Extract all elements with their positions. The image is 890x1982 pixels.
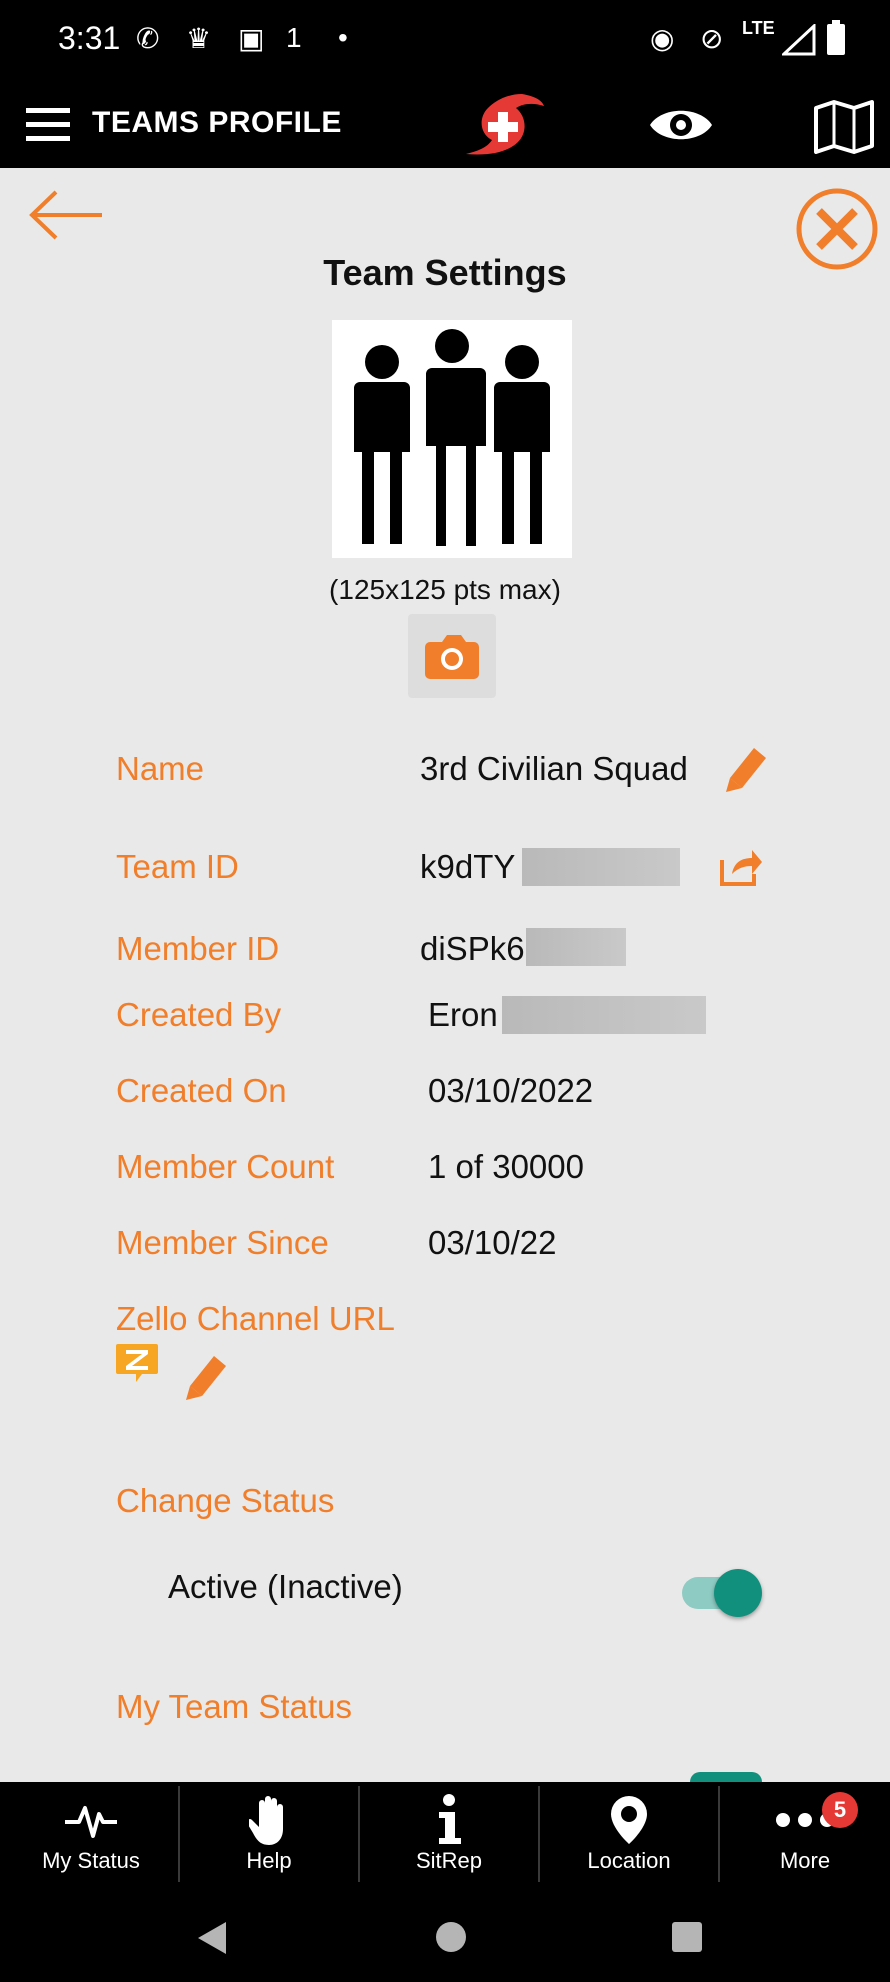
created-on-value: 03/10/2022 (428, 1072, 594, 1109)
bottom-nav: My Status Help SitRep Location More 5 (0, 1782, 890, 1892)
zello-label: Zello Channel URL (116, 1300, 395, 1337)
member-since-label: Member Since (116, 1224, 329, 1261)
nav-sitrep-label: SitRep (415, 1848, 483, 1873)
nav-more[interactable]: More 5 (720, 1782, 890, 1892)
nav-more-label: More (779, 1848, 831, 1873)
app-bar-title: TEAMS PROFILE (92, 106, 342, 139)
team-id-value: k9dTY (420, 848, 516, 885)
cake-icon: ♛ (186, 23, 212, 54)
member-count-label: Member Count (116, 1148, 335, 1185)
created-by-label: Created By (116, 996, 282, 1033)
system-home-icon[interactable] (434, 1920, 468, 1954)
edit-zello-pencil-icon[interactable] (182, 1350, 232, 1400)
member-id-redaction (526, 928, 626, 966)
app-bar: TEAMS PROFILE (0, 82, 890, 168)
created-by-redaction (502, 996, 706, 1034)
image-size-caption: (125x125 pts max) (329, 574, 561, 605)
status-time: 3:31 (58, 20, 121, 56)
signal-icon (782, 24, 816, 56)
name-label: Name (116, 750, 205, 787)
nav-sitrep[interactable]: SitRep (360, 1782, 538, 1892)
page-title: Team Settings (323, 252, 567, 293)
edit-name-pencil-icon[interactable] (722, 742, 772, 792)
battery-icon (827, 20, 845, 55)
system-recents-icon[interactable] (670, 1920, 704, 1954)
back-arrow-icon[interactable] (26, 190, 106, 240)
member-id-label: Member ID (116, 930, 280, 967)
my-team-status-toggle-partial[interactable] (690, 1772, 762, 1782)
network-1-icon: 1 (286, 22, 302, 53)
phone-sync-icon: ▣ (238, 23, 265, 54)
camera-button[interactable] (408, 614, 496, 698)
nav-help[interactable]: Help (180, 1782, 358, 1892)
eye-icon[interactable] (648, 102, 714, 148)
dot-icon: • (338, 22, 348, 53)
team-id-label: Team ID (116, 848, 239, 885)
location-pin-icon (611, 1796, 647, 1844)
share-icon[interactable] (718, 848, 764, 888)
system-back-icon[interactable] (196, 1920, 228, 1956)
zello-icon[interactable] (116, 1342, 160, 1384)
heartbeat-icon (65, 1806, 117, 1838)
notification-badge: 5 (822, 1792, 858, 1828)
nav-help-label: Help (246, 1848, 292, 1873)
active-status-toggle[interactable] (680, 1568, 762, 1618)
member-count-value: 1 of 30000 (428, 1148, 584, 1185)
my-team-status-heading: My Team Status (116, 1688, 352, 1725)
menu-icon[interactable] (26, 106, 72, 144)
change-status-heading: Change Status (116, 1482, 335, 1519)
missed-call-icon: ✆ (136, 23, 160, 54)
active-status-label: Active (Inactive) (168, 1568, 403, 1605)
camera-icon (425, 635, 479, 679)
app-logo-icon[interactable] (462, 90, 546, 158)
team-id-redaction (522, 848, 680, 886)
created-on-label: Created On (116, 1072, 287, 1109)
hand-icon (249, 1796, 283, 1845)
location-icon: ◉ (650, 23, 675, 54)
toggle-thumb (714, 1569, 762, 1617)
nav-my-status-label: My Status (42, 1848, 140, 1873)
nav-location[interactable]: Location (540, 1782, 718, 1892)
created-by-value: Eron (428, 996, 498, 1033)
nav-location-label: Location (587, 1848, 671, 1873)
member-since-value: 03/10/22 (428, 1224, 557, 1261)
team-avatar-icon[interactable] (332, 320, 572, 558)
status-bar: 3:31 ✆ ♛ ▣ 1 • ◉ ⊘ LTE (0, 0, 890, 82)
system-nav-bar (0, 1892, 890, 1982)
map-icon[interactable] (812, 98, 876, 154)
member-id-value: diSPk6 (420, 930, 525, 967)
bell-off-icon: ⊘ (700, 23, 724, 54)
name-value: 3rd Civilian Squad (420, 750, 688, 787)
info-icon (439, 1794, 461, 1844)
nav-my-status[interactable]: My Status (2, 1782, 180, 1892)
lte-icon: LTE (742, 18, 775, 38)
